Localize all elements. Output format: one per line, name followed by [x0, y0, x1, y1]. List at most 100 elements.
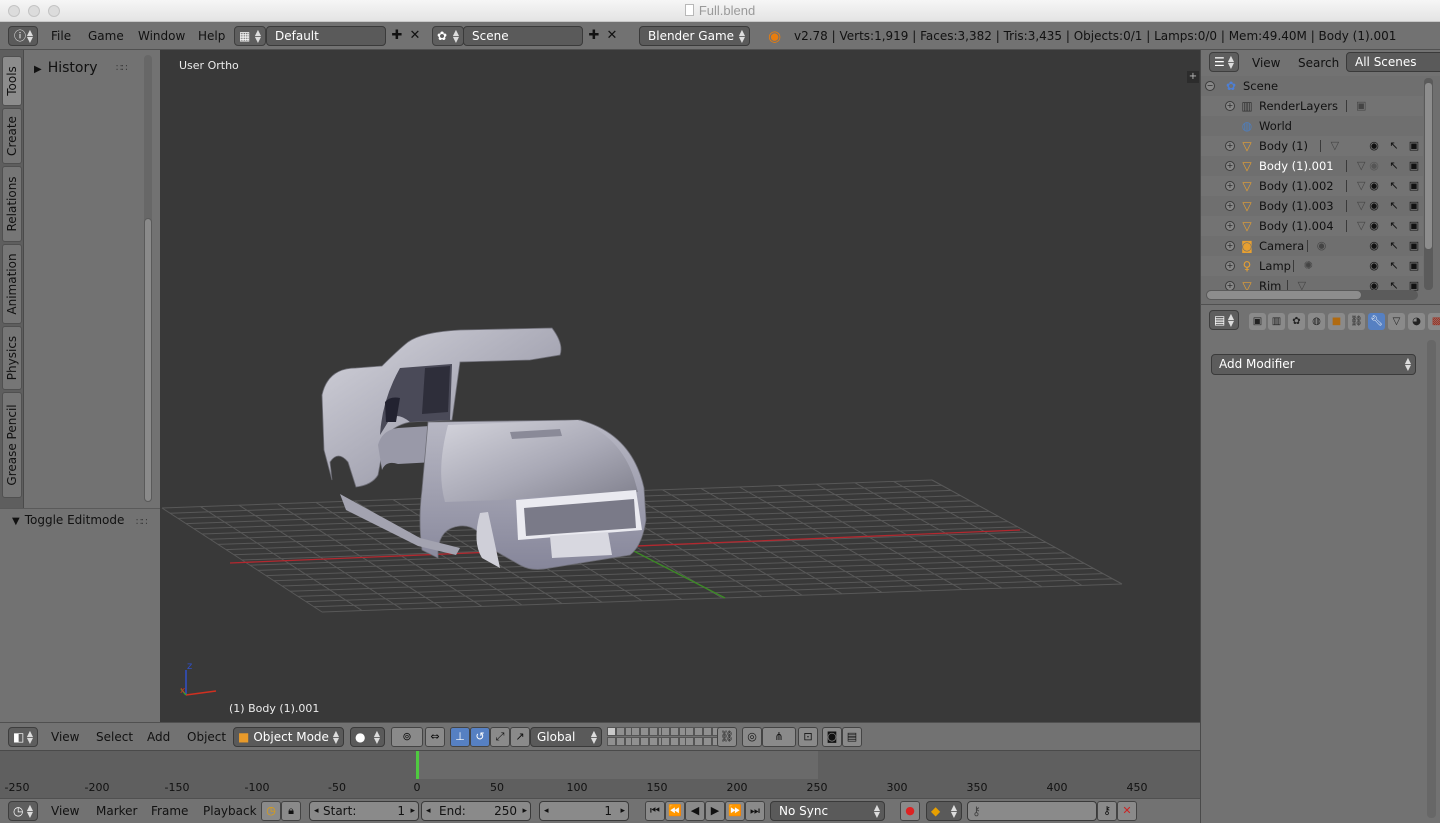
collapse-icon[interactable]: − [1205, 81, 1215, 91]
menu-select[interactable]: Select [96, 730, 133, 744]
scene-browse-button[interactable]: ✿ ▲ ▼ [432, 26, 464, 46]
menu-playback[interactable]: Playback [203, 804, 257, 818]
scale-manipulator[interactable]: ⤢ [490, 727, 510, 747]
start-frame-field[interactable]: ◂ Start: 1 ▸ [309, 801, 419, 821]
expand-icon[interactable]: + [1225, 101, 1235, 111]
pivot-point-select[interactable]: ⊚ [391, 727, 423, 747]
expand-icon[interactable]: + [1225, 261, 1235, 271]
render-icon[interactable]: ▣ [1407, 219, 1421, 233]
display-mode-select[interactable]: All Scenes [1346, 52, 1440, 72]
expand-icon[interactable]: + [1225, 221, 1235, 231]
lock-range-button[interactable]: 🔒︎ [281, 801, 301, 821]
jump-to-start-button[interactable]: ⏮ [645, 801, 665, 821]
outliner-item[interactable]: − ✿ Scene [1201, 76, 1423, 96]
layer-lock-button[interactable]: ⛓ [717, 727, 737, 747]
outliner-item[interactable]: + ▥ RenderLayers ▣ [1201, 96, 1423, 116]
tab-create[interactable]: Create [2, 108, 22, 164]
outliner-tree[interactable]: − ✿ Scene + ▥ RenderLayers ▣ ◍ World + ▽ Body (1) ▽ ◉… [1200, 76, 1440, 304]
properties-region-toggle[interactable]: + [1187, 71, 1199, 83]
insert-keyframe-button[interactable]: ⚷ [1097, 801, 1117, 821]
eye-icon[interactable]: ◉ [1367, 239, 1381, 253]
menu-search[interactable]: Search [1298, 56, 1339, 70]
editor-type-button[interactable]: ⓘ ▲ ▼ [8, 26, 38, 46]
render-animation-button[interactable]: ▤ [842, 727, 862, 747]
eye-icon[interactable]: ◉ [1367, 139, 1381, 153]
auto-keying-button[interactable]: ● [900, 801, 920, 821]
layer-toggle[interactable] [616, 737, 625, 746]
object-tab-icon[interactable]: ■ [1328, 313, 1345, 330]
eye-icon[interactable]: ◉ [1367, 219, 1381, 233]
transform-orientation-select[interactable]: Global ▲ ▼ [530, 727, 602, 747]
menu-help[interactable]: Help [198, 29, 225, 43]
play-reverse-button[interactable]: ◀ [685, 801, 705, 821]
layer-toggle[interactable] [661, 727, 670, 736]
layer-toggle[interactable] [640, 727, 649, 736]
tab-relations[interactable]: Relations [2, 166, 22, 242]
render-tab-icon[interactable]: ▣ [1249, 313, 1266, 330]
expand-icon[interactable]: + [1225, 161, 1235, 171]
eye-icon[interactable]: ◉ [1367, 179, 1381, 193]
world-tab-icon[interactable]: ◍ [1308, 313, 1325, 330]
end-frame-field[interactable]: ◂ End: 250 ▸ [421, 801, 531, 821]
remove-screen-icon[interactable]: ✕ [406, 27, 424, 45]
active-keying-set-field[interactable]: ⚷ [967, 801, 1097, 821]
outliner-item[interactable]: ◍ World [1201, 116, 1423, 136]
menu-view[interactable]: View [1252, 56, 1280, 70]
manipulator-toggle[interactable]: ⇔ [425, 727, 445, 747]
layer-toggle[interactable] [616, 727, 625, 736]
editor-type-button[interactable]: ▤ ▲ ▼ [1209, 310, 1239, 330]
lamp-data-icon[interactable]: ✺ [1301, 259, 1315, 273]
mesh-data-icon[interactable]: ▽ [1328, 139, 1342, 153]
cursor-icon[interactable]: ↖ [1387, 139, 1401, 153]
screen-layout-field[interactable]: Default [266, 26, 386, 46]
menu-view[interactable]: View [51, 804, 79, 818]
cursor-icon[interactable]: ↖ [1387, 179, 1401, 193]
menu-object[interactable]: Object [187, 730, 226, 744]
sync-mode-select[interactable]: No Sync ▲ ▼ [770, 801, 885, 821]
play-button[interactable]: ▶ [705, 801, 725, 821]
interaction-mode-select[interactable]: ■ Object Mode ▲ ▼ [233, 727, 344, 747]
expand-icon[interactable]: + [1225, 181, 1235, 191]
panel-grip-icon[interactable]: ∷∷ [116, 63, 128, 74]
layer-toggle[interactable] [685, 727, 694, 736]
eye-icon[interactable]: ◉ [1367, 159, 1381, 173]
outliner-item[interactable]: + ▽ Body (1) ▽ ◉ ↖ ▣ [1201, 136, 1423, 156]
properties-scrollbar[interactable] [1427, 340, 1436, 818]
menu-window[interactable]: Window [138, 29, 185, 43]
layer-toggle[interactable] [703, 737, 712, 746]
layer-toggle[interactable] [607, 737, 616, 746]
cursor-icon[interactable]: ↖ [1387, 239, 1401, 253]
layer-toggle[interactable] [649, 727, 658, 736]
jump-to-keyframe-back-button[interactable]: ⏪ [665, 801, 685, 821]
snap-target-button[interactable]: ⊡ [798, 727, 818, 747]
tab-animation[interactable]: Animation [2, 244, 22, 324]
eye-icon[interactable]: ◉ [1367, 199, 1381, 213]
outliner-item[interactable]: + ♀ Lamp ✺ ◉ ↖ ▣ [1201, 256, 1423, 276]
modifiers-tab-icon[interactable]: 🔧︎ [1368, 313, 1385, 330]
jump-to-end-button[interactable]: ⏭ [745, 801, 765, 821]
render-icon[interactable]: ▣ [1407, 139, 1421, 153]
delete-keyframe-button[interactable]: ✕ [1117, 801, 1137, 821]
translate-manipulator[interactable]: ⊥ [450, 727, 470, 747]
editor-type-button[interactable]: ☰ ▲ ▼ [1209, 52, 1239, 72]
toggle-editmode-header[interactable]: ▼ Toggle Editmode [12, 513, 124, 527]
outliner-item[interactable]: + ◙ Camera ◉ ◉ ↖ ▣ [1201, 236, 1423, 256]
remove-scene-icon[interactable]: ✕ [603, 27, 621, 45]
scene-field[interactable]: Scene [463, 26, 583, 46]
data-tab-icon[interactable]: ▽ [1388, 313, 1405, 330]
viewport-shading-select[interactable]: ● ▲ ▼ [350, 727, 385, 747]
menu-add[interactable]: Add [147, 730, 170, 744]
expand-icon[interactable]: + [1225, 141, 1235, 151]
layer-toggle[interactable] [649, 737, 658, 746]
layer-toggle[interactable] [640, 737, 649, 746]
proportional-edit-button[interactable]: ◎ [742, 727, 762, 747]
tab-physics[interactable]: Physics [2, 326, 22, 390]
menu-frame[interactable]: Frame [151, 804, 188, 818]
tab-grease-pencil[interactable]: Grease Pencil [2, 392, 22, 498]
extra-manipulator[interactable]: ↗ [510, 727, 530, 747]
render-icon[interactable]: ▣ [1407, 179, 1421, 193]
menu-file[interactable]: File [51, 29, 71, 43]
outliner-item[interactable]: + ▽ Body (1).004 ▽ ◉ ↖ ▣ [1201, 216, 1423, 236]
mesh-data-icon[interactable]: ▣ [1354, 99, 1368, 113]
layer-toggle[interactable] [703, 727, 712, 736]
